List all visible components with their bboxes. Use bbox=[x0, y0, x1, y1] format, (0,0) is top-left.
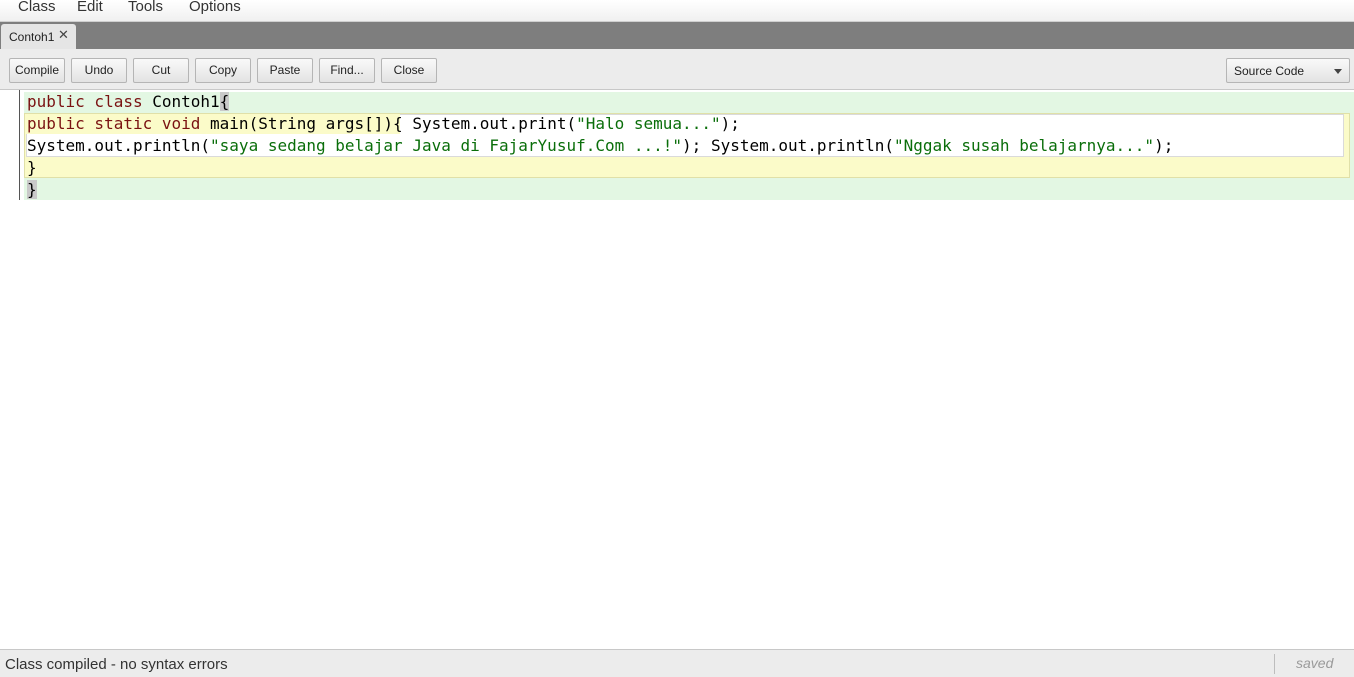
toolbar: Compile Undo Cut Copy Paste Find... Clos… bbox=[0, 49, 1354, 90]
brace-match-token: } bbox=[27, 180, 37, 199]
cut-button[interactable]: Cut bbox=[133, 58, 189, 83]
tab-contoh1[interactable]: Contoh1 ✕ bbox=[1, 24, 76, 49]
string-token: "Nggak susah belajarnya..." bbox=[893, 136, 1155, 155]
status-divider bbox=[1274, 654, 1275, 674]
copy-button[interactable]: Copy bbox=[195, 58, 251, 83]
brace-match-token: { bbox=[219, 92, 230, 111]
code-line-1[interactable]: public class Contoh1{ bbox=[27, 91, 230, 113]
find-button[interactable]: Find... bbox=[319, 58, 375, 83]
view-select-value: Source Code bbox=[1234, 64, 1305, 78]
paste-button[interactable]: Paste bbox=[257, 58, 313, 83]
call-token: System.out.print( bbox=[412, 114, 577, 133]
code-line-3[interactable]: System.out.println("saya sedang belajar … bbox=[27, 135, 1173, 157]
compile-button[interactable]: Compile bbox=[9, 58, 65, 83]
call-token: ); System.out.println( bbox=[682, 136, 894, 155]
method-signature-token: main(String args[]){ bbox=[210, 114, 403, 133]
view-select[interactable]: Source Code bbox=[1226, 58, 1350, 83]
code-editor[interactable]: public class Contoh1{ public static void… bbox=[0, 90, 1354, 649]
status-bar: Class compiled - no syntax errors saved bbox=[0, 649, 1354, 677]
class-name-token: Contoh1 bbox=[152, 92, 220, 111]
keyword-token: public static void bbox=[27, 114, 201, 133]
tab-bar: Contoh1 ✕ bbox=[0, 22, 1354, 49]
code-line-4[interactable]: } bbox=[27, 157, 37, 179]
punct-token: ); bbox=[720, 114, 740, 133]
tab-label: Contoh1 bbox=[9, 30, 55, 44]
keyword-token: public class bbox=[27, 92, 143, 111]
menu-tools[interactable]: Tools bbox=[128, 0, 163, 15]
string-token: "Halo semua..." bbox=[576, 114, 721, 133]
menu-options[interactable]: Options bbox=[189, 0, 241, 15]
saved-indicator: saved bbox=[1296, 655, 1334, 671]
close-icon[interactable]: ✕ bbox=[58, 28, 69, 41]
code-line-5[interactable]: } bbox=[27, 179, 37, 201]
close-button[interactable]: Close bbox=[381, 58, 437, 83]
call-token: System.out.println( bbox=[27, 136, 211, 155]
editor-gutter bbox=[19, 90, 20, 200]
string-token: "saya sedang belajar Java di FajarYusuf.… bbox=[210, 136, 683, 155]
code-line-2[interactable]: public static void main(String args[]){ … bbox=[27, 113, 740, 135]
chevron-down-icon bbox=[1334, 69, 1342, 74]
brace-token: } bbox=[27, 158, 37, 177]
menu-bar: Class Edit Tools Options bbox=[0, 0, 1354, 22]
menu-class[interactable]: Class bbox=[18, 0, 56, 15]
punct-token: ); bbox=[1154, 136, 1174, 155]
undo-button[interactable]: Undo bbox=[71, 58, 127, 83]
status-message: Class compiled - no syntax errors bbox=[5, 656, 228, 673]
menu-edit[interactable]: Edit bbox=[77, 0, 103, 15]
